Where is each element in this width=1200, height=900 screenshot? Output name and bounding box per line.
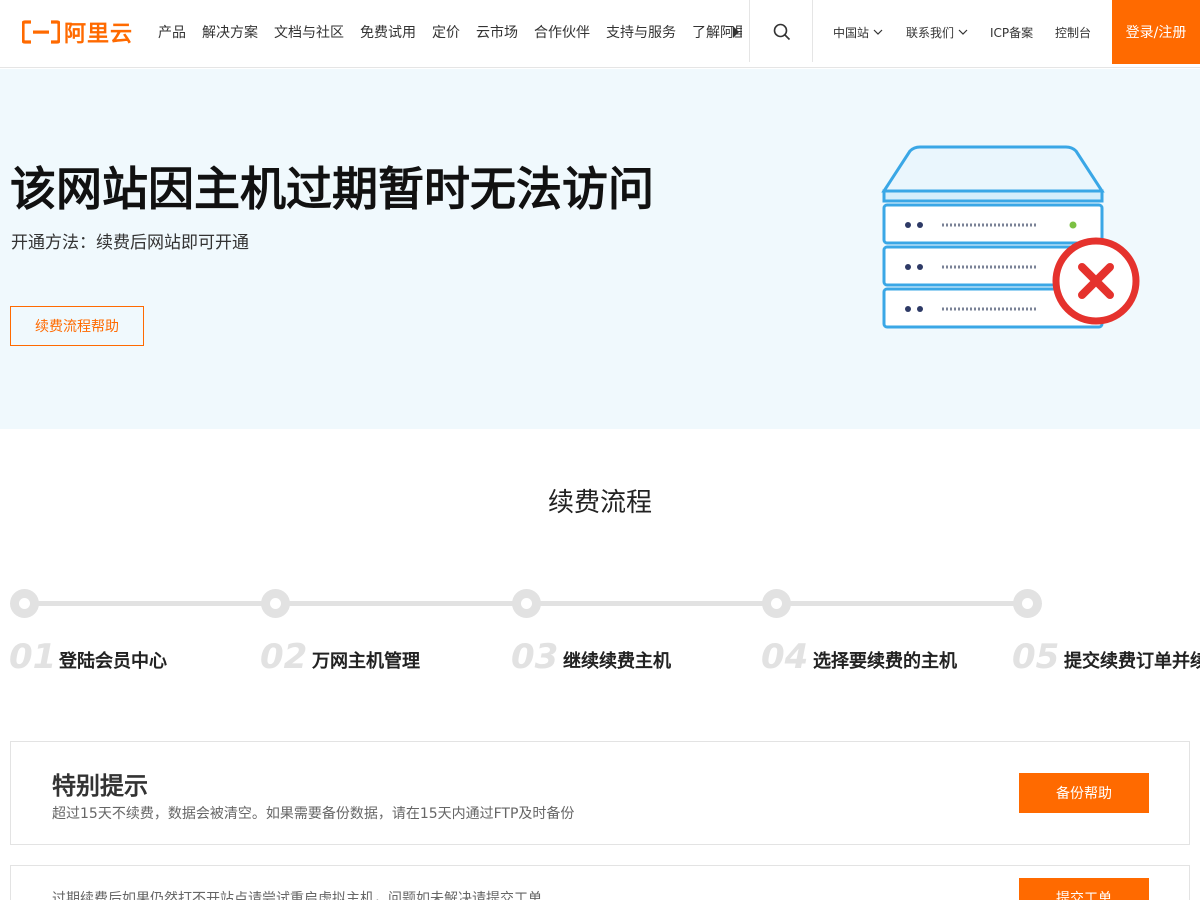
submit-ticket-button[interactable]: 提交工单 bbox=[1019, 878, 1149, 900]
divider bbox=[749, 0, 750, 62]
step-label: 提交续费订单并续费 bbox=[1064, 651, 1200, 672]
icp-link[interactable]: ICP备案 bbox=[990, 0, 1033, 64]
console-link[interactable]: 控制台 bbox=[1055, 0, 1091, 64]
page-title: 该网站因主机过期暂时无法访问 bbox=[10, 162, 654, 216]
step-marker bbox=[512, 589, 541, 618]
ticket-notice-card: 过期续费后如果仍然打不开站点请尝试重启虚拟主机，问题如未解决请提交工单 提交工单 bbox=[10, 865, 1190, 900]
step-number: 04 bbox=[761, 637, 809, 677]
hero-banner: 该网站因主机过期暂时无法访问 开通方法：续费后网站即可开通 续费流程帮助 bbox=[0, 69, 1200, 429]
step-label: 继续续费主机 bbox=[563, 651, 671, 672]
contact-us-label: 联系我们 bbox=[906, 25, 955, 40]
step-number: 02 bbox=[260, 637, 308, 677]
step-label: 万网主机管理 bbox=[312, 651, 420, 672]
nav-item-pricing[interactable]: 定价 bbox=[424, 22, 468, 42]
top-navigation-bar: 阿里云 产品 解决方案 文档与社区 免费试用 定价 云市场 合作伙伴 支持与服务… bbox=[0, 0, 1200, 68]
step-marker bbox=[1013, 589, 1042, 618]
aliyun-logo-icon bbox=[22, 20, 60, 44]
login-register-button[interactable]: 登录/注册 bbox=[1112, 0, 1200, 64]
nav-item-marketplace[interactable]: 云市场 bbox=[468, 22, 526, 42]
logo-text: 阿里云 bbox=[64, 22, 134, 47]
site-selector-label: 中国站 bbox=[833, 25, 870, 40]
divider bbox=[812, 0, 813, 62]
backup-help-button[interactable]: 备份帮助 bbox=[1019, 773, 1149, 813]
process-title: 续费流程 bbox=[547, 488, 652, 518]
chevron-down-icon bbox=[873, 29, 883, 35]
caret-right-icon bbox=[733, 26, 739, 38]
nav-item-free-trial[interactable]: 免费试用 bbox=[352, 22, 424, 42]
step-number: 05 bbox=[1012, 637, 1060, 677]
step-number: 01 bbox=[9, 637, 57, 677]
nav-item-solutions[interactable]: 解决方案 bbox=[194, 22, 266, 42]
aliyun-logo[interactable]: 阿里云 bbox=[22, 18, 134, 47]
renewal-steps: 01 登陆会员中心 02 万网主机管理 03 继续续费主机 04 选择要续费的主… bbox=[0, 585, 1200, 685]
step-marker bbox=[762, 589, 791, 618]
site-selector[interactable]: 中国站 bbox=[833, 0, 883, 64]
hero-subtitle: 开通方法：续费后网站即可开通 bbox=[11, 233, 249, 253]
step-label: 选择要续费的主机 bbox=[813, 651, 957, 672]
nav-item-products[interactable]: 产品 bbox=[150, 22, 194, 42]
step-marker bbox=[261, 589, 290, 618]
nav-item-support[interactable]: 支持与服务 bbox=[598, 22, 684, 42]
search-button[interactable] bbox=[751, 0, 812, 64]
server-error-illustration bbox=[881, 145, 1140, 329]
chevron-down-icon bbox=[958, 29, 968, 35]
step-number: 03 bbox=[511, 637, 559, 677]
step-label: 登陆会员中心 bbox=[59, 651, 167, 672]
contact-us-menu[interactable]: 联系我们 bbox=[906, 0, 968, 64]
nav-item-docs-community[interactable]: 文档与社区 bbox=[266, 22, 352, 42]
nav-scroll-right-button[interactable] bbox=[726, 22, 746, 42]
renewal-help-button[interactable]: 续费流程帮助 bbox=[10, 306, 144, 346]
main-nav: 产品 解决方案 文档与社区 免费试用 定价 云市场 合作伙伴 支持与服务 了解阿… bbox=[150, 0, 742, 64]
search-icon bbox=[773, 23, 790, 41]
notice-text: 过期续费后如果仍然打不开站点请尝试重启虚拟主机，问题如未解决请提交工单 bbox=[52, 891, 542, 900]
nav-item-partners[interactable]: 合作伙伴 bbox=[526, 22, 598, 42]
step-marker bbox=[10, 589, 39, 618]
notice-text: 超过15天不续费，数据会被清空。如果需要备份数据，请在15天内通过FTP及时备份 bbox=[52, 806, 575, 822]
notice-title: 特别提示 bbox=[52, 772, 148, 800]
special-notice-card: 特别提示 超过15天不续费，数据会被清空。如果需要备份数据，请在15天内通过FT… bbox=[10, 741, 1190, 845]
